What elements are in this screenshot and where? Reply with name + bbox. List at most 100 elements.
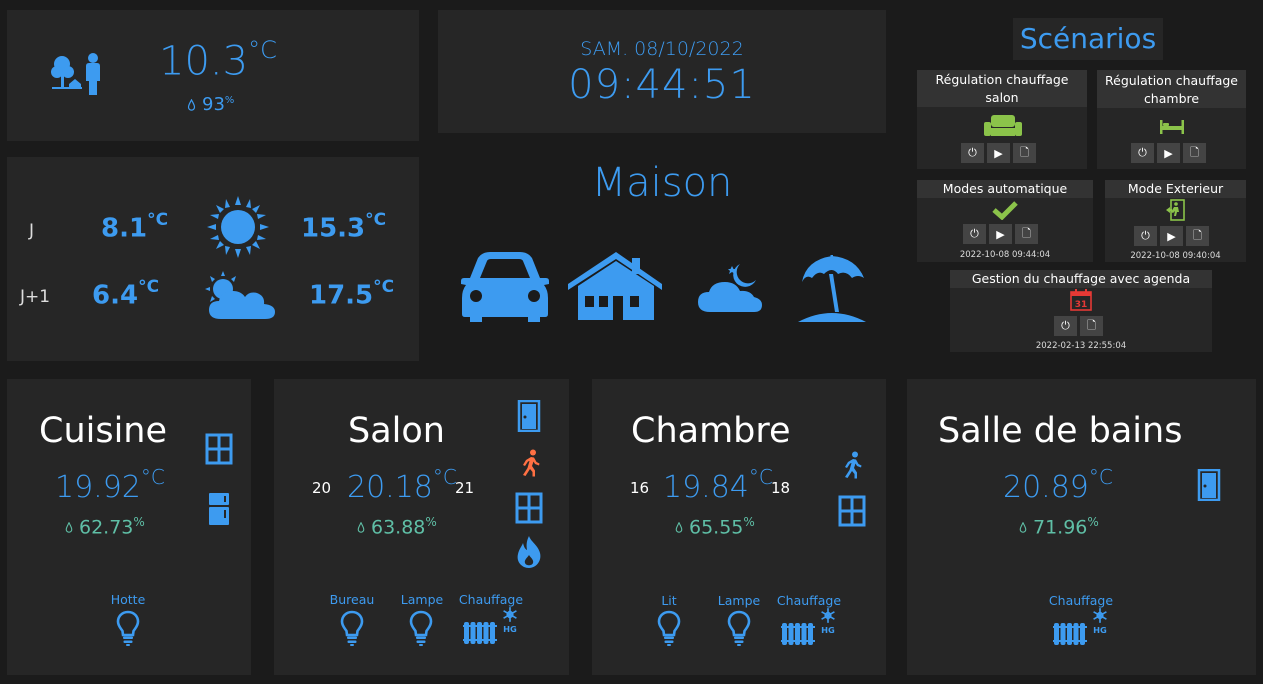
beach-umbrella-icon[interactable] <box>796 252 868 324</box>
bureau-bulb-icon[interactable] <box>340 607 364 649</box>
clock-panel: SAM. 08/10/2022 09:44:51 <box>438 10 886 133</box>
room-title: Salle de bains <box>938 411 1183 451</box>
log-button[interactable]: 🗋 <box>1186 226 1209 246</box>
device-label: Chauffage <box>776 593 842 608</box>
radiator-icon[interactable] <box>1053 619 1089 649</box>
device-label: Lampe <box>400 592 444 607</box>
play-button[interactable]: ▶ <box>1160 226 1183 246</box>
device-label: Chauffage <box>1048 593 1114 608</box>
current-time: 09:44:51 <box>568 62 756 108</box>
scenario-name: Modes automatique <box>917 180 1093 198</box>
scenario-name: Gestion du chauffage avec agenda <box>950 270 1212 288</box>
outdoor-person-tree-icon <box>51 53 100 95</box>
forecast-min-temp: 8.1°C <box>101 210 169 244</box>
log-button[interactable]: 🗋 <box>1183 143 1206 163</box>
door-icon[interactable] <box>517 400 541 432</box>
lampe-bulb-icon[interactable] <box>409 607 433 649</box>
sofa-icon <box>984 115 1022 136</box>
log-button[interactable]: 🗋 <box>1013 143 1036 163</box>
window-icon[interactable] <box>515 492 543 524</box>
scenario-last-run: 2022-02-13 22:55:04 <box>1035 341 1127 351</box>
play-button[interactable]: ▶ <box>989 224 1012 244</box>
forecast-panel: J 8.1°C 15.3°C J+1 6.4°C 17.5°C <box>7 157 419 361</box>
radiator-icon[interactable] <box>781 619 817 649</box>
forecast-max-temp: 15.3°C <box>301 210 387 244</box>
play-button[interactable]: ▶ <box>1157 143 1180 163</box>
room-temperature: 19.84°C <box>663 465 773 505</box>
humidity-drop-icon <box>65 522 73 533</box>
outdoor-temperature: 10.3°C <box>159 36 277 85</box>
forecast-day-label: J+1 <box>20 287 51 307</box>
bed-icon <box>1160 120 1184 134</box>
scenario-name: Régulation chauffage chambre <box>1097 70 1246 108</box>
window-icon[interactable] <box>838 495 866 527</box>
car-icon[interactable] <box>460 250 550 324</box>
outdoor-humidity: 93% <box>187 94 234 115</box>
scenario-name: Régulation chauffage salon <box>917 70 1087 107</box>
scenario-mode-exterieur: Mode Exterieur ⏻ ▶ 🗋 2022-10-08 09:40:04 <box>1105 180 1246 262</box>
room-salon: Salon 20 20.18°C 21 63.88% Bureau Lampe … <box>274 379 569 675</box>
room-title: Chambre <box>631 411 791 451</box>
setpoint-low: 16 <box>630 479 650 497</box>
lampe-bulb-icon[interactable] <box>727 607 751 649</box>
night-cloud-icon[interactable] <box>696 262 764 314</box>
door-icon[interactable] <box>1197 469 1221 501</box>
room-humidity: 71.96% <box>1019 515 1099 538</box>
humidity-drop-icon <box>357 522 365 533</box>
stop-button[interactable]: ⏻ <box>961 143 984 163</box>
room-chambre: Chambre 16 19.84°C 18 65.55% Lit Lampe C… <box>592 379 886 675</box>
play-button[interactable]: ▶ <box>987 143 1010 163</box>
stop-button[interactable]: ⏻ <box>1054 316 1077 336</box>
lit-bulb-icon[interactable] <box>657 607 681 649</box>
setpoint-high: 18 <box>771 479 791 497</box>
setpoint-high: 21 <box>455 479 475 497</box>
current-date: SAM. 08/10/2022 <box>580 38 744 60</box>
forecast-day-label: J <box>29 221 35 241</box>
room-title: Salon <box>348 411 445 451</box>
scenario-name: Mode Exterieur <box>1105 180 1246 198</box>
frost-protection-hg-icon <box>817 607 839 635</box>
radiator-icon[interactable] <box>463 618 499 648</box>
scenario-regulation-chambre: Régulation chauffage chambre ⏻ ▶ 🗋 <box>1097 70 1246 169</box>
scenarios-title: Scénarios <box>1013 18 1163 60</box>
flame-icon[interactable] <box>514 535 544 569</box>
room-title: Cuisine <box>39 411 168 451</box>
stop-button[interactable]: ⏻ <box>963 224 986 244</box>
device-label: Bureau <box>329 592 375 607</box>
room-humidity: 62.73% <box>65 515 145 538</box>
room-humidity: 63.88% <box>357 515 437 538</box>
log-button[interactable]: 🗋 <box>1015 224 1038 244</box>
humidity-drop-icon <box>675 522 683 533</box>
house-icon[interactable] <box>568 250 664 322</box>
room-salle-de-bains: Salle de bains 20.89°C 71.96% Chauffage <box>907 379 1256 675</box>
check-icon <box>992 201 1018 220</box>
exit-door-icon <box>1166 199 1185 221</box>
sun-icon <box>207 196 269 258</box>
window-icon[interactable] <box>205 433 233 465</box>
device-label: Hotte <box>110 592 146 607</box>
room-temperature: 19.92°C <box>55 465 165 505</box>
current-weather-panel: 10.3°C 93% <box>7 10 419 141</box>
scenario-last-run: 2022-10-08 09:44:04 <box>959 250 1051 260</box>
calendar-day: 31 <box>1075 300 1088 310</box>
scenario-gestion-chauffage-agenda: Gestion du chauffage avec agenda 31 ⏻ 🗋 … <box>950 270 1212 352</box>
scenario-modes-automatique: Modes automatique ⏻ ▶ 🗋 2022-10-08 09:44… <box>917 180 1093 262</box>
hotte-bulb-icon[interactable] <box>116 607 140 649</box>
frost-protection-hg-icon <box>499 606 521 634</box>
scenario-regulation-salon: Régulation chauffage salon ⏻ ▶ 🗋 <box>917 70 1087 169</box>
room-humidity: 65.55% <box>675 515 755 538</box>
log-button[interactable]: 🗋 <box>1080 316 1103 336</box>
humidity-drop-icon <box>187 99 196 111</box>
room-temperature: 20.18°C <box>347 465 457 505</box>
motion-icon[interactable] <box>518 449 542 477</box>
calendar-icon: 31 <box>1070 289 1092 311</box>
device-label: Lit <box>661 593 677 608</box>
setpoint-low: 20 <box>312 479 332 497</box>
device-label: Chauffage <box>458 592 524 607</box>
motion-icon[interactable] <box>840 451 864 479</box>
fridge-icon[interactable] <box>208 492 230 526</box>
stop-button[interactable]: ⏻ <box>1131 143 1154 163</box>
maison-title: Maison <box>591 160 733 206</box>
device-label: Lampe <box>717 593 761 608</box>
stop-button[interactable]: ⏻ <box>1134 226 1157 246</box>
